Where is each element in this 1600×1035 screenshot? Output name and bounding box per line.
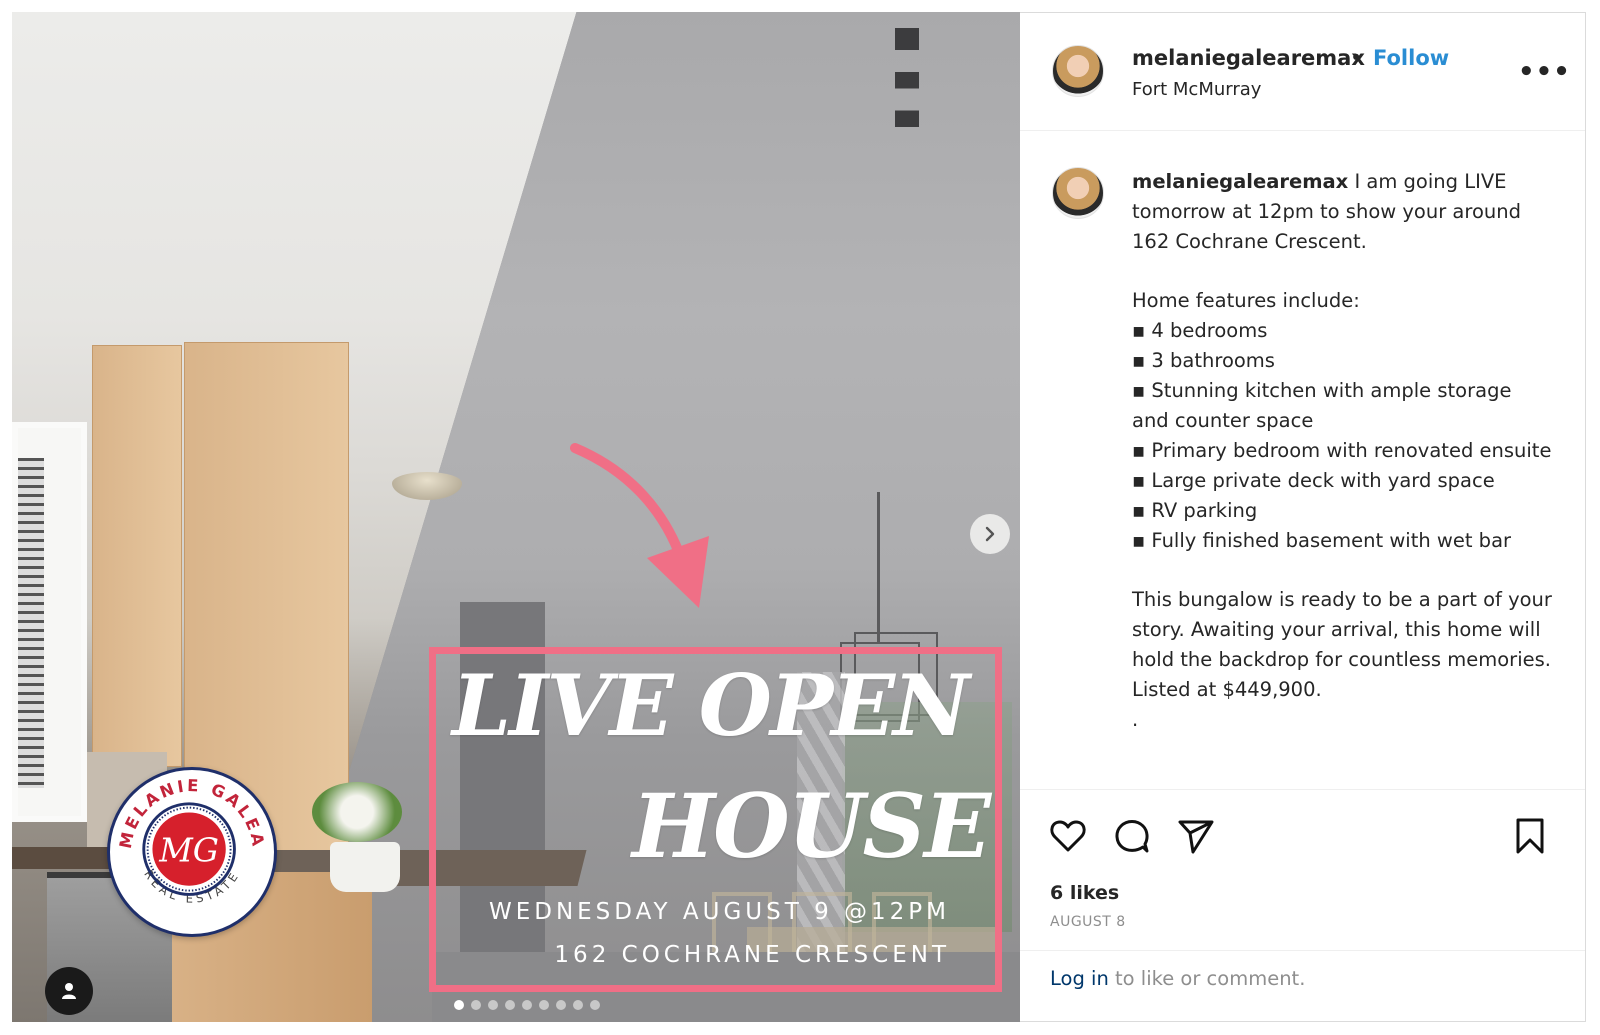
carousel-dot [539,1000,549,1010]
event-datetime: WEDNESDAY AUGUST 9 @12PM [488,899,950,925]
author-username[interactable]: melaniegalearemax [1132,46,1365,70]
carousel-dot [522,1000,532,1010]
share-button[interactable] [1176,816,1216,856]
carousel-dot [454,1000,464,1010]
heart-icon [1050,820,1086,852]
like-button[interactable] [1048,816,1088,856]
post-date[interactable]: AUGUST 8 [1050,914,1126,930]
track-lights [895,28,919,138]
carousel-dot [505,1000,515,1010]
feature-item: ▪ 4 bedrooms [1132,319,1268,342]
pendant-rod [877,492,880,642]
more-options-icon[interactable]: ••• [1518,59,1571,85]
comment-icon [1115,820,1149,853]
headline-line-2: HOUSE [632,774,991,878]
caption-avatar[interactable] [1052,167,1104,219]
feature-item: ▪ RV parking [1132,499,1258,522]
caption-username[interactable]: melaniegalearemax [1132,170,1348,193]
logo-monogram: MG [158,832,219,870]
comment-button[interactable] [1112,816,1152,856]
feature-item: ▪ Stunning kitchen with ample storage an… [1132,379,1512,432]
feature-item: ▪ 3 bathrooms [1132,349,1275,372]
like-count[interactable]: 6 likes [1050,882,1119,904]
headline-line-1: LIVE OPEN [452,656,970,755]
carousel-dot [590,1000,600,1010]
chevron-right-icon [985,526,995,542]
flower-plant [312,782,402,842]
carousel-dot [556,1000,566,1010]
feature-item: ▪ Large private deck with yard space [1132,469,1495,492]
features-heading: Home features include: [1132,289,1360,312]
save-button[interactable] [1510,816,1550,856]
carousel-dot [573,1000,583,1010]
caption-closing: This bungalow is ready to be a part of y… [1132,588,1552,701]
post-location[interactable]: Fort McMurray [1132,79,1261,100]
carousel-indicator [454,1000,600,1010]
login-prompt-text: to like or comment. [1108,967,1306,990]
brand-logo: MELANIE GALEA REAL ESTATE MG [107,767,277,937]
follow-button[interactable]: Follow [1373,46,1449,70]
share-icon [1178,820,1214,854]
feature-item: ▪ Primary bedroom with renovated ensuite [1132,439,1552,462]
post-actions: 6 likes AUGUST 8 [1020,789,1585,949]
caption-body: melaniegalearemax I am going LIVE tomorr… [1132,167,1552,735]
post-caption: melaniegalearemax I am going LIVE tomorr… [1020,131,1585,789]
bookmark-icon [1516,818,1544,854]
caption-trailing: . [1132,708,1139,731]
curved-arrow-icon [570,443,709,608]
flower-pot [330,842,400,892]
tagged-users-button[interactable] [45,967,93,1015]
kitchen-window [12,422,87,822]
user-tag-icon [62,983,76,999]
carousel-dot [488,1000,498,1010]
separator-dot: • [1350,46,1363,70]
post-image[interactable]: LIVE OPEN HOUSE WEDNESDAY AUGUST 9 @12PM… [12,12,1020,1022]
avatar[interactable] [1052,45,1104,97]
login-link[interactable]: Log in [1050,967,1109,990]
post-details-panel: melaniegalearemax • Follow Fort McMurray… [1020,12,1586,1022]
carousel-dot [471,1000,481,1010]
next-image-button[interactable] [970,514,1010,554]
event-address: 162 COCHRANE CRESCENT [554,942,950,968]
post-header: melaniegalearemax • Follow Fort McMurray… [1020,13,1585,131]
login-prompt: Log in to like or comment. [1020,950,1585,1022]
feature-item: ▪ Fully finished basement with wet bar [1132,529,1512,552]
upper-cabinet [92,345,182,767]
